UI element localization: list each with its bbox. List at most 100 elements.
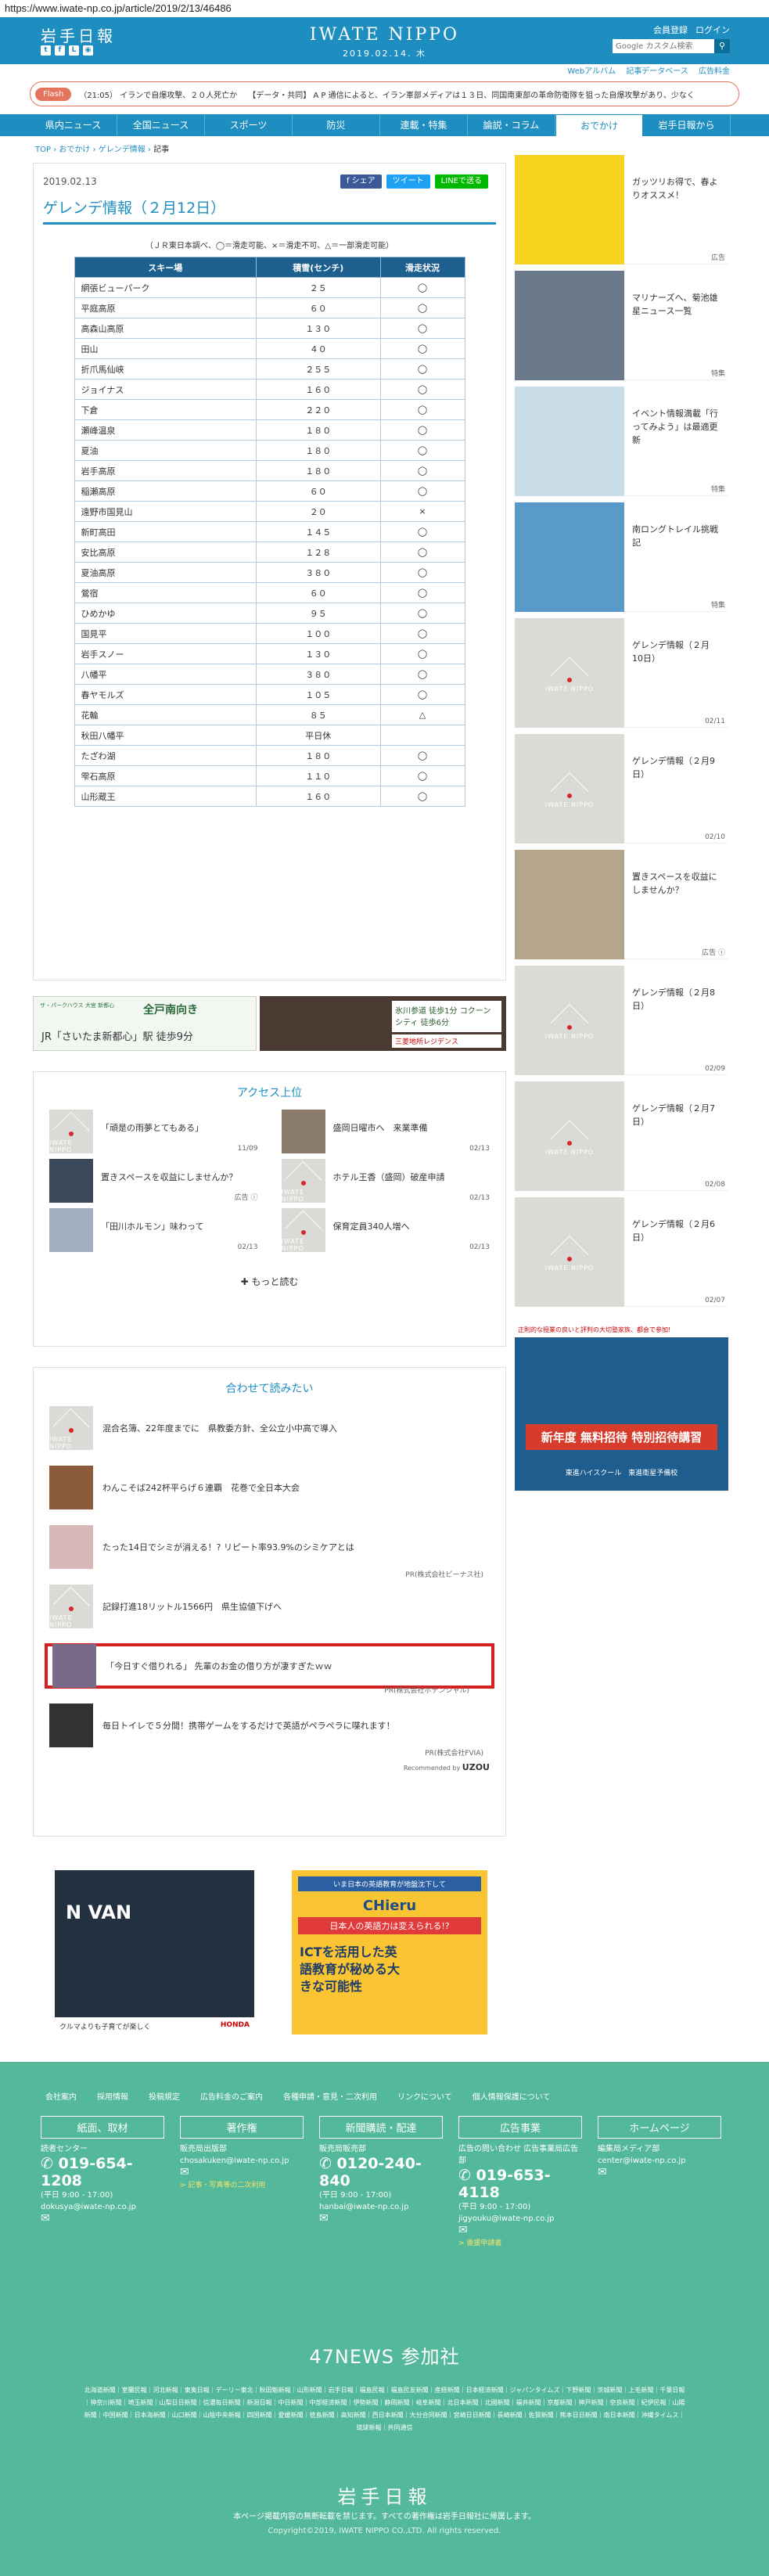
banner-ad-left[interactable]: ザ・パークハウス 大宮 新都心 全戸南向き JR「さいたま新都心」駅 徒歩9分: [33, 996, 257, 1051]
sidebar-item[interactable]: IWATE NIPPO ゲレンデ情報（２月10日） 02/11: [515, 618, 728, 728]
honda-ad[interactable]: N VAN クルマよりも子育てが楽しく HONDA: [55, 1870, 254, 2035]
phone-number[interactable]: ✆ 0120-240-840: [319, 2155, 443, 2189]
sidebar-item[interactable]: ガッツリお得で、春よりオススメ！ 広告: [515, 155, 728, 264]
sub-link-ad-rates[interactable]: 広告料金: [699, 67, 730, 76]
list-item[interactable]: IWATE NIPPO ホテル王香（盛岡）破産申請 02/13: [281, 1159, 490, 1208]
list-item[interactable]: IWATE NIPPO 混合名簿、22年度までに 県教委方針、全公立小中高で導入: [34, 1405, 505, 1451]
footer-contact-heading[interactable]: ホームページ: [598, 2116, 721, 2139]
nav-features[interactable]: 連載・特集: [380, 114, 468, 136]
placeholder-image: IWATE NIPPO: [49, 1110, 93, 1153]
snow-depth: １１０: [255, 765, 381, 786]
footer-contact-heading[interactable]: 広告事業: [458, 2116, 582, 2139]
sponsor-label: PR(株式会社FVIA): [425, 1750, 483, 1758]
sidebar-item[interactable]: イベント情報満載「行ってみよう」は最適更新 特集: [515, 387, 728, 496]
tweet-button[interactable]: ツイート: [386, 174, 430, 189]
sidebar-item[interactable]: マリナーズへ、菊池雄星ニュース一覧 特集: [515, 271, 728, 380]
table-row: 折爪馬仙峡 ２５５ ◯: [74, 358, 465, 380]
sidebar-item-title: ゲレンデ情報（２月9日）: [632, 756, 715, 779]
list-item[interactable]: IWATE NIPPO 保育定員340人増へ 02/13: [281, 1208, 490, 1257]
table-row: たざわ湖 １８０ ◯: [74, 745, 465, 766]
breadcrumb-top[interactable]: TOP: [35, 146, 51, 154]
footer-link[interactable]: 各種申請・意見・二次利用: [283, 2090, 377, 2102]
global-nav: 県内ニュース 全国ニュース スポーツ 防災 連載・特集 論説・コラム おでかけ …: [0, 114, 769, 136]
flash-item[interactable]: （21:05） イランで自爆攻撃、２０人死亡か: [79, 88, 237, 100]
sub-link-album[interactable]: Webアルバム: [567, 67, 616, 76]
facebook-share-button[interactable]: f シェア: [340, 174, 382, 189]
list-item[interactable]: 盛岡日曜市へ 来業準備 02/13: [281, 1110, 490, 1159]
list-item-date: 02/13: [469, 1194, 490, 1202]
email-address[interactable]: chosakuken@iwate-np.co.jp ✉: [180, 2155, 304, 2179]
ad-brand: 三菱地所レジデンス: [392, 1034, 501, 1048]
table-row: 下倉 ２２０ ◯: [74, 399, 465, 420]
nav-national-news[interactable]: 全国ニュース: [117, 114, 205, 136]
footer-link[interactable]: 投稿規定: [149, 2090, 180, 2102]
sidebar-item-title: ガッツリお得で、春よりオススメ！: [632, 177, 718, 200]
footer-contact-heading[interactable]: 紙面、取材: [41, 2116, 164, 2139]
url-bar[interactable]: https://www.iwate-np.co.jp/article/2019/…: [0, 0, 769, 17]
line-share-button[interactable]: LINEで送る: [434, 174, 488, 189]
list-item[interactable]: わんこそば242杯平らげ６連覇 花巻で全日本大会: [34, 1465, 505, 1510]
chieru-ad[interactable]: いま日本の英語教育が地盤沈下して CHieru 日本人の英語力は変えられる!? …: [292, 1870, 487, 2035]
list-item[interactable]: 「田川ホルモン」味わって 02/13: [49, 1208, 258, 1257]
footer-contact-heading[interactable]: 新聞購読・配達: [319, 2116, 443, 2139]
flash-item[interactable]: 【データ・共同】 A P 通信によると、イラン軍部メディアは１３日、同国南東部の…: [248, 88, 695, 100]
ad-brand: CHieru: [362, 1898, 417, 1914]
search-input[interactable]: [613, 39, 714, 53]
nav-local-news[interactable]: 県内ニュース: [30, 114, 117, 136]
snow-depth: ２５: [255, 277, 381, 298]
footer-logo[interactable]: 岩手日報: [0, 2481, 769, 2509]
nav-outings[interactable]: おでかけ: [555, 114, 643, 136]
resort-name: 網張ビューパーク: [74, 277, 257, 298]
sidebar-item[interactable]: IWATE NIPPO ゲレンデ情報（２月6日） 02/07: [515, 1197, 728, 1307]
column-header: 滑走状況: [379, 257, 465, 278]
sidebar-item[interactable]: 南ロングトレイル挑戦記 特集: [515, 502, 728, 612]
sidebar-ad-toshin[interactable]: 正則的な授業の良いと評判の大切塾家族、都会で参加! 新年度 無料招待 特別招待講…: [515, 1322, 728, 1491]
nav-disaster[interactable]: 防災: [293, 114, 380, 136]
email-address[interactable]: dokusya@iwate-np.co.jp ✉: [41, 2201, 164, 2225]
email-address[interactable]: hanbai@iwate-np.co.jp ✉: [319, 2201, 443, 2225]
table-row: 岩手高原 １８０ ◯: [74, 460, 465, 481]
footer-link[interactable]: リンクについて: [397, 2090, 452, 2102]
list-item-title: 保育定員340人増へ: [332, 1221, 410, 1232]
list-item[interactable]: IWATE NIPPO 記録打進18リットル1566円 県生協値下げへ: [34, 1584, 505, 1629]
footer-link[interactable]: 会社案内: [45, 2090, 77, 2102]
list-item[interactable]: 置きスペースを収益にしませんか？ 広告 ⓘ: [49, 1159, 258, 1208]
ski-status: ◯: [379, 745, 465, 766]
member-register-link[interactable]: 会員登録: [653, 23, 688, 36]
footer-contact-heading[interactable]: 著作権: [180, 2116, 304, 2139]
footer-link[interactable]: 個人情報保護について: [473, 2090, 551, 2102]
sub-nav: Webアルバム 記事データベース 広告料金: [0, 64, 769, 80]
email-address[interactable]: center@iwate-np.co.jp ✉: [598, 2155, 721, 2179]
breadcrumb-slopes[interactable]: ゲレンデ情報: [99, 146, 146, 154]
sub-link-database[interactable]: 記事データベース: [626, 67, 688, 76]
email-address[interactable]: jigyouku@iwate-np.co.jp ✉: [458, 2213, 582, 2237]
footer-contact-link[interactable]: > 記事・写真等の二次利用: [180, 2179, 304, 2189]
placeholder-image: IWATE NIPPO: [49, 1585, 93, 1628]
sidebar-item[interactable]: IWATE NIPPO ゲレンデ情報（２月8日） 02/09: [515, 966, 728, 1075]
sidebar-item[interactable]: 置きスペースを収益にしませんか？ 広告 ⓘ: [515, 850, 728, 959]
banner-ad-right[interactable]: 氷川参道 徒歩1分 コクーンシティ 徒歩6分 三菱地所レジデンス: [260, 996, 506, 1051]
mail-icon: ✉: [180, 2166, 189, 2178]
news47-papers[interactable]: 北海道新聞｜室蘭民報｜河北新報｜東奥日報｜デーリー東北｜秋田魁新報｜山形新聞｜岩…: [84, 2384, 686, 2434]
search-icon[interactable]: ⚲: [714, 39, 730, 53]
ski-status: ◯: [379, 358, 465, 380]
list-item[interactable]: IWATE NIPPO 「頑是の雨夢とてもある」 11/09: [49, 1110, 258, 1159]
highlighted-list-item[interactable]: 「今日すぐ借りれる」 先輩のお金の借り方が凄すぎたｗｗ PR(株式会社ポテンシャル…: [45, 1643, 494, 1695]
list-item[interactable]: 毎日トイレで５分間！携帯ゲームをするだけで英語がペラペラに喋れます！ PR(株式会…: [34, 1703, 505, 1758]
sidebar-item[interactable]: IWATE NIPPO ゲレンデ情報（２月7日） 02/08: [515, 1081, 728, 1191]
thumbnail-image: [515, 502, 624, 612]
sidebar-item[interactable]: IWATE NIPPO ゲレンデ情報（２月9日） 02/10: [515, 734, 728, 844]
nav-editorials[interactable]: 論説・コラム: [468, 114, 555, 136]
footer-link[interactable]: 広告料金のご案内: [200, 2090, 263, 2102]
login-link[interactable]: ログイン: [695, 23, 730, 36]
phone-number[interactable]: ✆ 019-654-1208: [41, 2155, 164, 2189]
footer-contact-link[interactable]: > 後援申請書: [458, 2237, 582, 2247]
phone-number[interactable]: ✆ 019-653-4118: [458, 2167, 582, 2201]
list-item[interactable]: たった14日でシミが消える！? リピート率93.9%のシミケアとは PR(株式会社…: [34, 1524, 505, 1579]
more-button[interactable]: ✚ もっと読む: [34, 1275, 505, 1288]
breadcrumb-outings[interactable]: おでかけ: [59, 146, 90, 154]
nav-sports[interactable]: スポーツ: [205, 114, 293, 136]
nav-from-nippo[interactable]: 岩手日報から: [643, 114, 731, 136]
footer-link[interactable]: 採用情報: [97, 2090, 128, 2102]
recommended-label: Recommended by: [403, 1765, 461, 1772]
